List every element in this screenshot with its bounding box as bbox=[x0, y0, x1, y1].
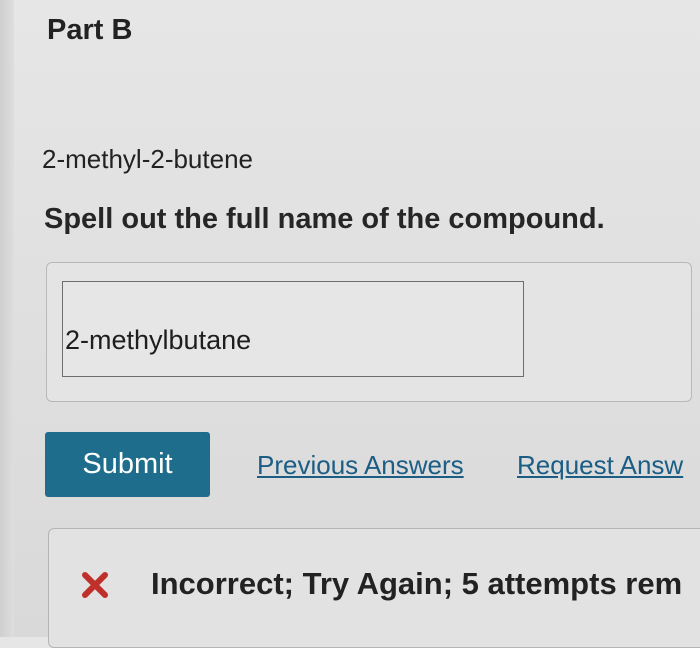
x-icon bbox=[80, 570, 110, 600]
question-instruction: Spell out the full name of the compound. bbox=[44, 203, 605, 235]
page-edge bbox=[0, 0, 14, 637]
request-answer-link[interactable]: Request Answ bbox=[517, 450, 683, 481]
answer-input[interactable] bbox=[62, 281, 524, 377]
x-icon-graphic bbox=[82, 572, 108, 598]
submit-button[interactable]: Submit bbox=[45, 432, 210, 497]
compound-name: 2-methyl-2-butene bbox=[42, 144, 253, 174]
previous-answers-link[interactable]: Previous Answers bbox=[257, 450, 464, 481]
feedback-message: Incorrect; Try Again; 5 attempts rem bbox=[151, 566, 683, 601]
part-title: Part B bbox=[47, 14, 133, 46]
